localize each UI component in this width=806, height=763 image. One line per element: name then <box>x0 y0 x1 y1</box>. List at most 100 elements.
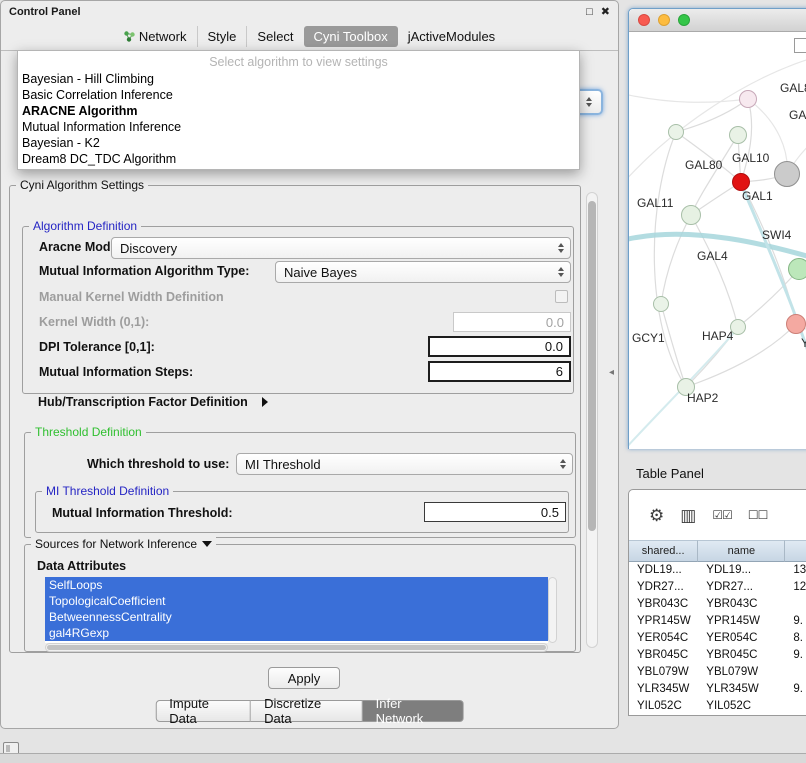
aracne-mode-label: Aracne Mode: <box>39 240 122 254</box>
bottom-tab-discretize-data[interactable]: Discretize Data <box>251 700 362 722</box>
combo-up-arrow-icon <box>586 97 592 101</box>
tab-cyni-toolbox[interactable]: Cyni Toolbox <box>304 26 398 47</box>
mi-steps-field[interactable]: 6 <box>428 361 571 382</box>
network-node[interactable] <box>653 296 669 312</box>
bottom-tab-bar: Impute DataDiscretize DataInfer Network <box>155 700 464 722</box>
table-row[interactable]: YER054CYER054C8. <box>629 630 806 647</box>
apply-button[interactable]: Apply <box>268 667 340 689</box>
table-cell: YBR045C <box>629 647 698 664</box>
network-node[interactable] <box>786 314 806 334</box>
table-cell: YLR345W <box>698 681 785 698</box>
column-header-name[interactable]: name <box>698 540 785 562</box>
aracne-mode-combo[interactable]: Discovery <box>111 237 571 259</box>
table-row[interactable]: YIL052CYIL052C <box>629 698 806 715</box>
tab-jactivemodules[interactable]: jActiveModules <box>398 26 505 47</box>
node-label-gal80: GAL80 <box>685 158 722 172</box>
window-title: Control Panel <box>9 6 81 18</box>
zoom-traffic-light-icon[interactable] <box>678 14 690 26</box>
table-cell: YBL079W <box>629 664 698 681</box>
bottom-tab-impute-data[interactable]: Impute Data <box>155 700 251 722</box>
attribute-item-topologicalcoefficient[interactable]: TopologicalCoefficient <box>45 593 548 609</box>
algorithm-option-aracne-algorithm[interactable]: ARACNE Algorithm <box>18 103 579 119</box>
network-node[interactable] <box>729 126 747 144</box>
column-header-shared[interactable]: shared... <box>629 540 698 562</box>
table-body: YDL19...YDL19...13YDR27...YDR27...12YBR0… <box>629 562 806 715</box>
sources-group-title[interactable]: Sources for Network Inference <box>35 537 197 551</box>
table-row[interactable]: YDR27...YDR27...12 <box>629 579 806 596</box>
algorithm-option-bayesian-k2[interactable]: Bayesian - K2 <box>18 135 579 151</box>
close-traffic-light-icon[interactable] <box>638 14 650 26</box>
column-layout-icon[interactable]: ▥ <box>680 507 696 524</box>
birdseye-toggle[interactable] <box>794 38 806 53</box>
which-threshold-combo[interactable]: MI Threshold <box>236 453 573 475</box>
table-row[interactable]: YDL19...YDL19...13 <box>629 562 806 579</box>
table-row[interactable]: YBL079WYBL079W <box>629 664 806 681</box>
kernel-width-value: 0.0 <box>546 315 564 330</box>
mi-threshold-group-title: MI Threshold Definition <box>46 484 169 498</box>
network-node[interactable] <box>788 258 806 280</box>
algorithm-option-dream8-dc-tdc-algorithm[interactable]: Dream8 DC_TDC Algorithm <box>18 151 579 167</box>
tab-select[interactable]: Select <box>246 26 303 47</box>
settings-vertical-scrollbar[interactable] <box>586 192 598 648</box>
node-label-gal11: GAL11 <box>637 196 673 210</box>
table-row[interactable]: YBR045CYBR045C9. <box>629 647 806 664</box>
table-cell: YPR145W <box>698 613 785 630</box>
minimize-traffic-light-icon[interactable] <box>658 14 670 26</box>
dpi-tolerance-label: DPI Tolerance [0,1]: <box>39 340 155 354</box>
table-cell: YER054C <box>698 630 785 647</box>
algorithm-option-mutual-information-inference[interactable]: Mutual Information Inference <box>18 119 579 135</box>
apply-button-label: Apply <box>288 671 321 686</box>
mi-steps-value: 6 <box>556 364 563 379</box>
algorithm-dropdown-list: Select algorithm to view settings Bayesi… <box>17 50 580 170</box>
node-label-hap4: HAP4 <box>702 329 733 343</box>
mi-algorithm-type-combo[interactable]: Naive Bayes <box>275 261 571 283</box>
table-cell: 9. <box>785 647 806 664</box>
table-row[interactable]: YBR043CYBR043C <box>629 596 806 613</box>
expand-arrow-icon[interactable] <box>262 397 268 407</box>
mi-threshold-field[interactable]: 0.5 <box>424 502 566 522</box>
select-all-columns-icon[interactable]: ☑☑ <box>712 507 732 524</box>
node-label-gal: GAL <box>789 108 806 122</box>
network-node[interactable] <box>774 161 800 187</box>
data-attributes-label: Data Attributes <box>37 559 126 573</box>
sources-group: Sources for Network Inference Data Attri… <box>24 544 576 652</box>
node-label-hap2: HAP2 <box>687 391 718 405</box>
dpi-tolerance-field[interactable]: 0.0 <box>428 336 571 357</box>
float-window-icon[interactable]: □ <box>586 7 593 18</box>
attribute-item-selfloops[interactable]: SelfLoops <box>45 577 548 593</box>
cyni-algorithm-settings-group: Cyni Algorithm Settings Algorithm Defini… <box>9 185 581 653</box>
table-row[interactable]: YPR145WYPR145W9. <box>629 613 806 630</box>
kernel-width-label: Kernel Width (0,1): <box>39 315 149 329</box>
close-window-icon[interactable]: ✖ <box>601 7 610 18</box>
combo-arrows-icon <box>558 267 570 277</box>
table-cell: YBR043C <box>698 596 785 613</box>
tab-network[interactable]: Network <box>114 26 197 47</box>
attributes-vertical-scrollbar[interactable] <box>548 577 557 643</box>
algorithm-option-bayesian-hill-climbing[interactable]: Bayesian - Hill Climbing <box>18 71 579 87</box>
bottom-tab-infer-network[interactable]: Infer Network <box>363 700 464 722</box>
gear-icon[interactable]: ⚙ <box>649 507 664 524</box>
network-canvas[interactable]: GAL8GALGAL80GAL10GAL11GAL1SWI4GAL4GCY1HA… <box>629 32 806 449</box>
combo-arrows-icon <box>558 243 570 253</box>
algorithm-option-basic-correlation-inference[interactable]: Basic Correlation Inference <box>18 87 579 103</box>
table-cell: YBR045C <box>698 647 785 664</box>
network-node[interactable] <box>739 90 757 108</box>
collapse-arrow-icon[interactable] <box>202 541 212 547</box>
panel-splitter-arrow[interactable]: ◂ <box>609 367 614 378</box>
attributes-horizontal-scrollbar[interactable] <box>45 643 548 652</box>
attribute-item-gal4rgexp[interactable]: gal4RGexp <box>45 625 548 641</box>
tab-style[interactable]: Style <box>197 26 247 47</box>
table-cell: 12 <box>785 579 806 596</box>
column-header-col2[interactable] <box>785 540 806 562</box>
table-panel-title: Table Panel <box>636 466 704 481</box>
hub-section-label[interactable]: Hub/Transcription Factor Definition <box>38 395 248 409</box>
manual-kernel-width-checkbox[interactable] <box>555 290 568 303</box>
attribute-item-betweennesscentrality[interactable]: BetweennessCentrality <box>45 609 548 625</box>
manual-kernel-width-label: Manual Kernel Width Definition <box>39 290 224 304</box>
network-node[interactable] <box>668 124 684 140</box>
network-node[interactable] <box>681 205 701 225</box>
table-panel-window: ⚙▥☑☑☐☐ shared...name YDL19...YDL19...13Y… <box>628 489 806 716</box>
table-row[interactable]: YLR345WYLR345W9. <box>629 681 806 698</box>
deselect-all-columns-icon[interactable]: ☐☐ <box>748 507 768 524</box>
table-cell: YIL052C <box>698 698 785 715</box>
